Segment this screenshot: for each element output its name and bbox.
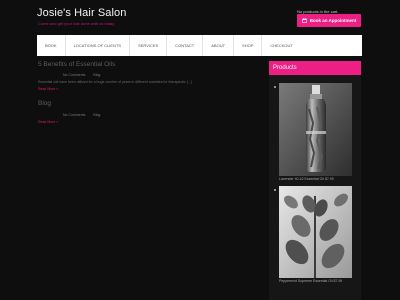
post-comments-link[interactable]: No Comments: [63, 113, 85, 117]
products-widget: Lavender 40-42 Essential Oil $7.99 Peppe…: [269, 75, 361, 300]
products-widget-title: Products: [269, 61, 361, 75]
nav-item-shop[interactable]: SHOP: [234, 35, 263, 56]
nav-item-services[interactable]: SERVICES: [130, 35, 168, 56]
nav-item-about[interactable]: ABOUT: [203, 35, 235, 56]
list-bullet: [274, 189, 276, 191]
nav-item-contact[interactable]: CONTACT: [167, 35, 204, 56]
main-navigation: BOOK LOCATIONS OF CLIENTS SERVICES CONTA…: [37, 35, 362, 56]
product-price: $7.99: [333, 279, 343, 283]
product-image-lavender-oil[interactable]: [279, 83, 352, 176]
post-title[interactable]: 5 Benefits of Essential Oils: [38, 61, 115, 68]
product-name[interactable]: Peppermint Supreme Essential Oil $7.99: [279, 279, 342, 283]
product-image-peppermint-oil[interactable]: [279, 186, 352, 278]
calendar-icon: [301, 18, 307, 23]
product-price: $7.99: [324, 177, 334, 181]
post-category-link[interactable]: Blog: [93, 73, 100, 77]
product-name[interactable]: Lavender 40-42 Essential Oil $7.99: [279, 177, 334, 181]
product-title: Peppermint Supreme Essential Oil: [279, 279, 333, 283]
nav-item-locations[interactable]: LOCATIONS OF CLIENTS: [66, 35, 131, 56]
nav-item-book[interactable]: BOOK: [37, 35, 66, 56]
page: Josie's Hair Salon Come and get your hai…: [0, 0, 400, 300]
nav-item-checkout[interactable]: CHECKOUT: [262, 35, 300, 56]
post-category-link[interactable]: Blog: [93, 113, 100, 117]
list-bullet: [274, 86, 276, 88]
book-appointment-label: Book an Appointment: [309, 18, 357, 23]
post-title[interactable]: Blog: [38, 100, 51, 107]
read-more-link[interactable]: Read More »: [38, 120, 58, 124]
site-title[interactable]: Josie's Hair Salon: [37, 7, 127, 19]
site-tagline: Come and get your hair done with us toda…: [38, 21, 115, 26]
post-comments-link[interactable]: No Comments: [63, 73, 85, 77]
product-title: Lavender 40-42 Essential Oil: [279, 177, 324, 181]
post-meta: No Comments Blog: [63, 113, 100, 117]
post-excerpt: Essential oils have been utilized for a …: [38, 80, 192, 84]
book-appointment-button[interactable]: Book an Appointment: [297, 14, 361, 27]
read-more-link[interactable]: Read More »: [38, 87, 58, 91]
post-meta: No Comments Blog: [63, 73, 100, 77]
